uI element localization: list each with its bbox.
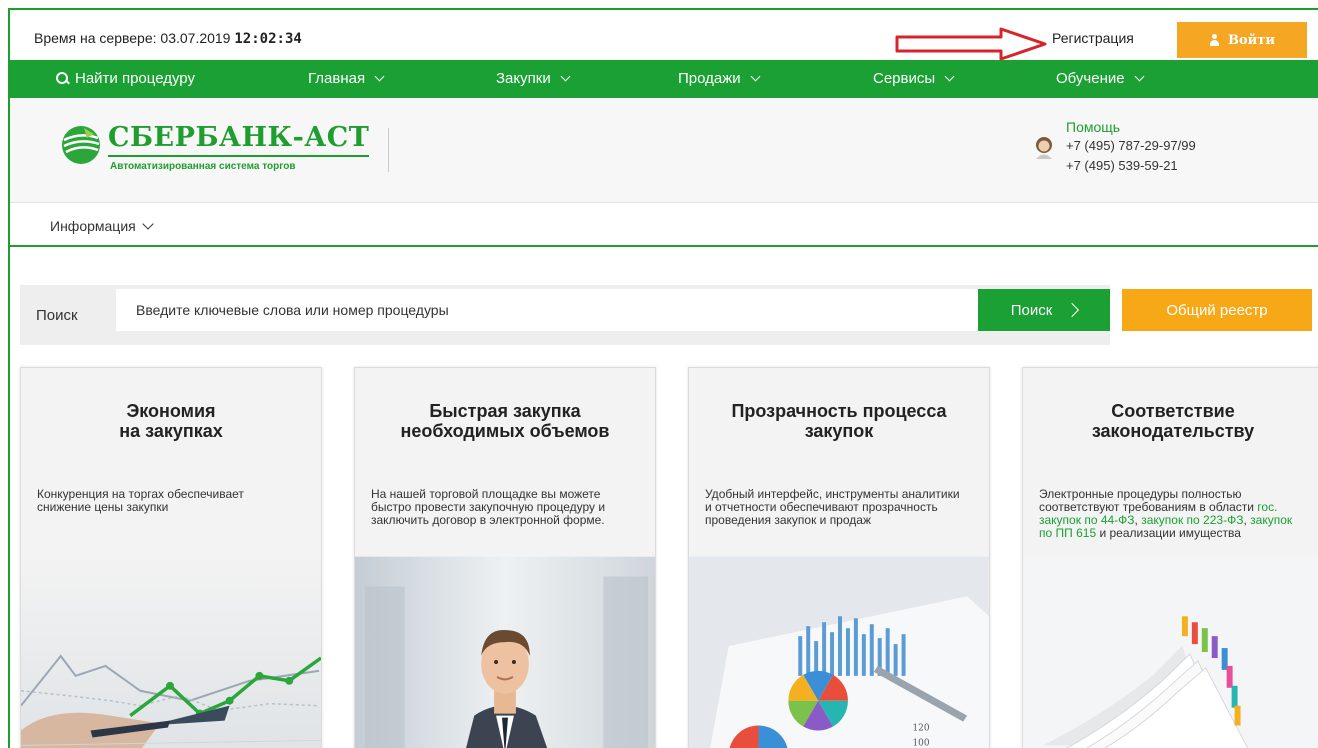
registration-link[interactable]: Регистрация — [1052, 30, 1134, 46]
nav-find-procedure-label: Найти процедуру — [75, 70, 195, 87]
card-title: Прозрачность процесса закупок — [731, 401, 947, 441]
search-button[interactable]: Поиск — [978, 289, 1110, 331]
link-223fz[interactable]: закупок по 223-ФЗ — [1141, 513, 1243, 527]
nav-item-label: Обучение — [1056, 70, 1125, 87]
card-text-suffix: и реализации имущества — [1099, 526, 1241, 540]
feature-card-fast-purchase[interactable]: Быстрая закупка необходимых объемов На н… — [354, 367, 656, 748]
card-text: Удобный интерфейс, инструменты аналитики… — [705, 487, 960, 527]
search-label: Поиск — [36, 307, 78, 324]
support-avatar-icon — [1036, 137, 1052, 159]
login-label: Войти — [1228, 32, 1275, 48]
chevron-down-icon — [944, 71, 955, 82]
nav-item-education[interactable]: Обучение — [1056, 70, 1145, 87]
nav-item-main[interactable]: Главная — [308, 70, 385, 87]
logo-row: СБЕРБАНК-АСТ Автоматизированная система … — [10, 98, 1318, 203]
search-input[interactable] — [116, 289, 978, 331]
sberbank-logo-icon[interactable] — [60, 124, 102, 166]
main-nav: Найти процедуру Главная Закупки Продажи … — [10, 60, 1318, 98]
logo-subtitle: Автоматизированная система торгов — [110, 161, 296, 172]
nav-item-label: Продажи — [678, 70, 741, 87]
nav-item-label: Сервисы — [873, 70, 936, 87]
svg-text:120: 120 — [913, 724, 930, 734]
feature-card-transparency[interactable]: Прозрачность процесса закупок Удобный ин… — [688, 367, 990, 748]
page-frame: Время на сервере: 03.07.2019 12:02:34 Ре… — [8, 8, 1318, 748]
card-text: Электронные процедуры полностью соответс… — [1039, 488, 1301, 540]
card-title: Быстрая закупка необходимых объемов — [400, 401, 610, 441]
feature-card-savings[interactable]: Экономия на закупках Конкуренция на торг… — [20, 367, 322, 748]
card-title: Экономия на закупках — [119, 401, 223, 441]
card-text: Конкуренция на торгах обеспечивает сниже… — [37, 487, 244, 514]
nav-item-sales[interactable]: Продажи — [678, 70, 761, 87]
search-button-label: Поиск — [1010, 301, 1053, 319]
chevron-down-icon — [142, 218, 154, 230]
server-time: Время на сервере: 03.07.2019 12:02:34 — [34, 30, 302, 47]
info-row: Информация — [10, 203, 1318, 247]
help-phone-1: +7 (495) 787-29-97/99 — [1066, 138, 1196, 153]
top-bar: Время на сервере: 03.07.2019 12:02:34 Ре… — [10, 10, 1318, 61]
search-bar: Поиск Поиск — [20, 285, 1110, 345]
info-label: Информация — [50, 218, 136, 234]
nav-item-label: Закупки — [496, 70, 551, 87]
document-stack-illustration — [1023, 556, 1318, 748]
search-icon — [56, 72, 69, 85]
separator: , — [1243, 513, 1247, 527]
server-time-value: 12:02:34 — [234, 31, 302, 47]
help-link[interactable]: Помощь — [1066, 119, 1120, 135]
chevron-down-icon — [750, 71, 761, 82]
nav-item-services[interactable]: Сервисы — [873, 70, 955, 87]
user-icon — [1209, 34, 1220, 46]
help-phone-2: +7 (495) 539-59-21 — [1066, 158, 1178, 173]
login-button[interactable]: Войти — [1177, 22, 1307, 58]
separator: , — [1134, 513, 1138, 527]
chevron-down-icon — [374, 71, 385, 82]
analytics-documents-illustration: 120 100 — [689, 556, 989, 748]
card-text: На нашей торговой площадке вы можете быс… — [371, 487, 606, 527]
svg-text:100: 100 — [913, 738, 930, 748]
nav-item-label: Главная — [308, 70, 366, 87]
server-time-label: Время на сервере: 03.07.2019 — [34, 30, 231, 46]
card-text-prefix: Электронные процедуры полностью соответс… — [1039, 487, 1254, 514]
nav-item-purchases[interactable]: Закупки — [496, 70, 571, 87]
growth-chart-illustration — [21, 556, 321, 748]
feature-card-compliance[interactable]: Соответствие законодательству Электронны… — [1022, 367, 1318, 748]
nav-find-procedure[interactable]: Найти процедуру — [56, 70, 195, 87]
card-title: Соответствие законодательству — [1091, 401, 1255, 441]
info-dropdown[interactable]: Информация — [50, 218, 154, 234]
red-arrow-annotation — [895, 27, 1047, 61]
logo-title[interactable]: СБЕРБАНК-АСТ — [108, 122, 370, 157]
chevron-down-icon — [1134, 71, 1145, 82]
logo-divider — [388, 128, 389, 172]
chevron-down-icon — [560, 71, 571, 82]
businessman-illustration — [355, 556, 655, 748]
general-registry-button[interactable]: Общий реестр — [1122, 289, 1312, 331]
chevron-right-icon — [1065, 302, 1080, 318]
